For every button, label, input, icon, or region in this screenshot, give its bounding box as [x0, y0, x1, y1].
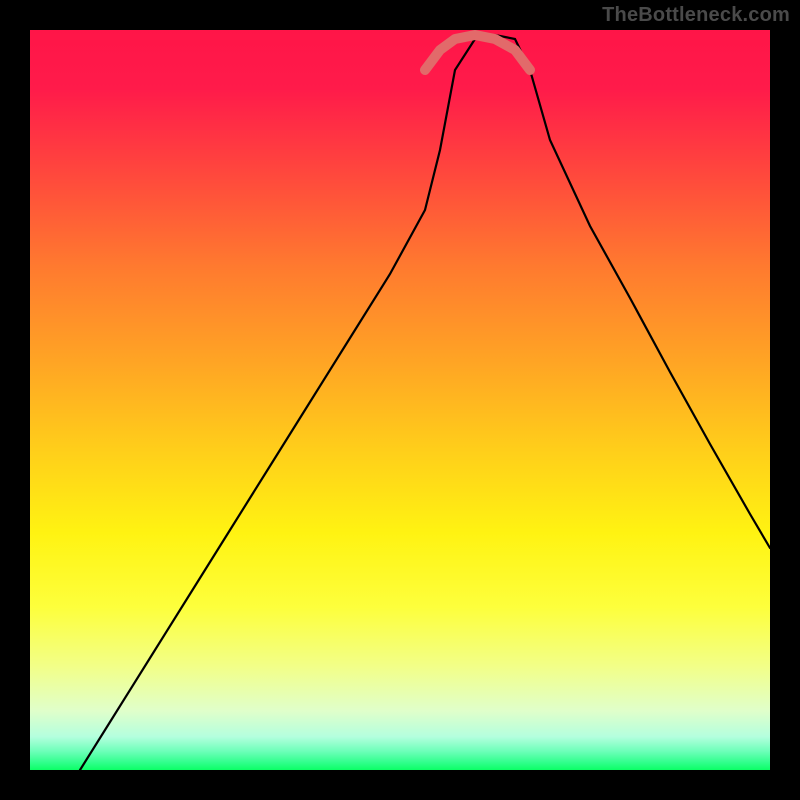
highlight-segment — [425, 35, 530, 70]
bottleneck-curve — [80, 35, 770, 770]
watermark-text: TheBottleneck.com — [602, 4, 790, 27]
chart-frame: TheBottleneck.com — [0, 0, 800, 800]
curve-svg — [30, 30, 770, 770]
plot-area — [30, 30, 770, 770]
